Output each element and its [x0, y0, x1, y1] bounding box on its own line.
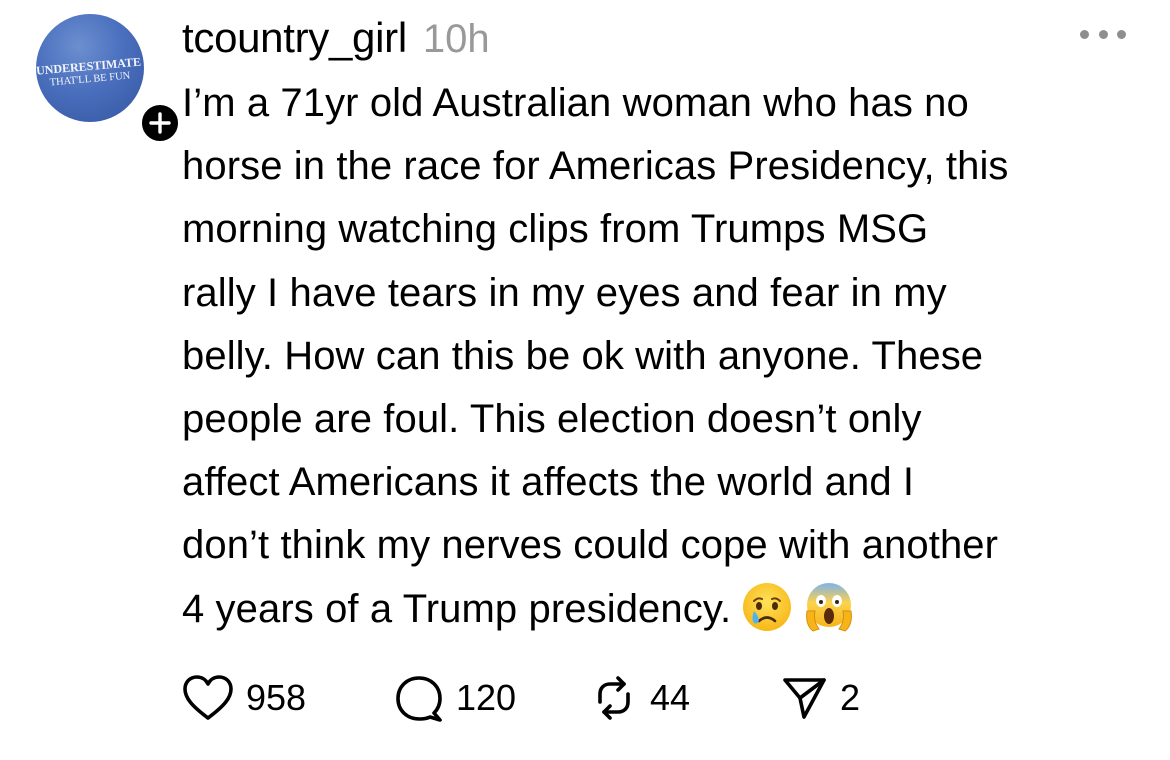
- more-horizontal-icon[interactable]: [1080, 24, 1126, 44]
- post-text-line: affect Americans it affects the world an…: [182, 460, 915, 505]
- post-text-last-line: 4 years of a Trump presidency.: [182, 578, 1152, 641]
- post-text-line: belly. How can this be ok with anyone. T…: [182, 333, 984, 378]
- crying-face-emoji: [743, 583, 792, 632]
- menu-dot: [1080, 29, 1089, 39]
- post-timestamp: 10h: [422, 17, 490, 61]
- menu-dot: [1098, 29, 1108, 39]
- reply-count: 120: [456, 677, 517, 718]
- avatar[interactable]: UNDERESTIMATE ME THAT'LL BE FUN: [36, 14, 144, 122]
- screaming-face-emoji: [806, 583, 853, 632]
- heart-icon: [183, 675, 233, 720]
- thread-post: UNDERESTIMATE ME THAT'LL BE FUN tcountry…: [0, 0, 1170, 760]
- post-header: tcountry_girl 10h: [182, 14, 490, 64]
- like-button[interactable]: 958: [182, 670, 394, 726]
- post-text-line: people are foul. This election doesn’t o…: [182, 397, 922, 442]
- comment-bubble-icon: [396, 676, 442, 722]
- share-button[interactable]: 2: [780, 670, 880, 726]
- follow-button[interactable]: [137, 100, 183, 146]
- post-text-line: morning watching clips from Trumps MSG: [182, 207, 929, 252]
- post-text-line: rally I have tears in my eyes and fear i…: [182, 270, 947, 315]
- post-actions-bar: 958 120 44 2: [182, 670, 880, 726]
- username-link[interactable]: tcountry_girl: [182, 14, 407, 62]
- repost-count: 44: [650, 677, 691, 718]
- post-body: I’m a 71yr old Australian woman who has …: [182, 72, 1152, 641]
- share-count: 2: [840, 677, 861, 718]
- like-count: 958: [246, 677, 307, 718]
- send-icon: [783, 678, 826, 719]
- repost-icon: [598, 676, 630, 720]
- post-text-line: 4 years of a Trump presidency.: [182, 586, 732, 631]
- post-text-line: I’m a 71yr old Australian woman who has …: [182, 81, 969, 125]
- repost-button[interactable]: 44: [590, 670, 780, 726]
- plus-icon: [149, 112, 171, 134]
- post-text-line: horse in the race for Americas Presidenc…: [182, 144, 1009, 189]
- menu-dot: [1117, 29, 1126, 39]
- avatar-wrapper: UNDERESTIMATE ME THAT'LL BE FUN: [36, 14, 183, 146]
- post-text-line: don’t think my nerves could cope with an…: [182, 523, 999, 568]
- reply-button[interactable]: 120: [394, 670, 590, 726]
